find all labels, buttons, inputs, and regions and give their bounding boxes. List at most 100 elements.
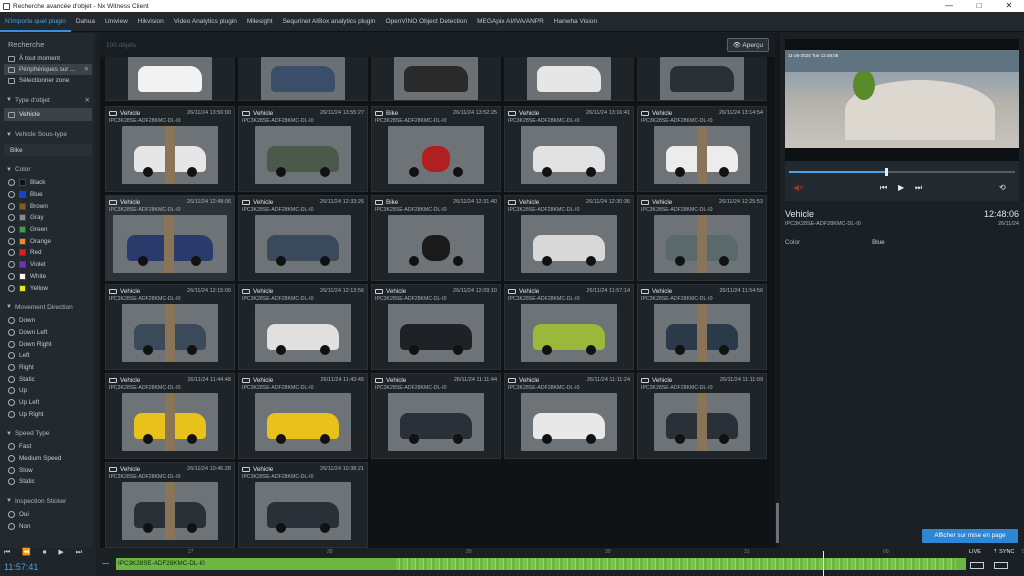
result-tile[interactable]: Vehicle 26/11/24 12:33:26 IPC3K28SE-ADF28K… bbox=[238, 195, 368, 281]
direction-option-left[interactable]: Left bbox=[0, 350, 96, 362]
radio-icon[interactable] bbox=[8, 511, 15, 519]
result-tile[interactable]: Vehicle 26/11/24 13:16:41 IPC3K28SE-ADF28K… bbox=[504, 106, 634, 192]
tab-sequrinet-aibox-analytics-plugin[interactable]: Sequrinet AIBox analytics plugin bbox=[278, 12, 381, 32]
result-tile[interactable]: Vehicle 26/11/24 11:44:48 IPC3K28SE-ADF28K… bbox=[105, 373, 235, 459]
result-tile[interactable]: Vehicle 26/11/24 11:11:09 IPC3K28SE-ADF28K… bbox=[637, 373, 767, 459]
tab-n-importe-quel-plugin[interactable]: N'importe quel plugin bbox=[0, 12, 71, 32]
color-option-brown[interactable]: Brown bbox=[0, 200, 96, 212]
color-option-gray[interactable]: Gray bbox=[0, 212, 96, 224]
radio-icon[interactable] bbox=[8, 478, 15, 486]
speed-option-static[interactable]: Static bbox=[0, 476, 96, 488]
live-button[interactable]: LIVE bbox=[969, 549, 981, 555]
timeline-layout-icon[interactable] bbox=[970, 562, 984, 569]
result-tile[interactable]: Vehicle 26/11/24 11:54:56 IPC3K28SE-ADF28K… bbox=[637, 284, 767, 370]
video-preview[interactable]: 11-26-2024 Tue 12:48:06 bbox=[785, 39, 1019, 161]
radio-icon[interactable] bbox=[8, 387, 15, 395]
clear-icon[interactable]: ✕ bbox=[84, 66, 89, 73]
direction-option-down-left[interactable]: Down Left bbox=[0, 327, 96, 339]
close-button[interactable]: ✕ bbox=[994, 0, 1024, 12]
tab-video-analytics-plugin[interactable]: Video Analytics plugin bbox=[169, 12, 242, 32]
tab-dahua[interactable]: Dahua bbox=[71, 12, 100, 32]
radio-icon[interactable] bbox=[8, 328, 15, 336]
minimize-button[interactable]: — bbox=[934, 0, 964, 12]
timeline-cursor[interactable] bbox=[823, 551, 824, 576]
sticker-option-non[interactable]: Non bbox=[0, 521, 96, 533]
object-type-vehicle[interactable]: Vehicle bbox=[4, 108, 92, 121]
result-tile[interactable]: Bike 26/11/24 12:31:40 IPC3K28SE-ADF28KMC-… bbox=[371, 195, 501, 281]
play-icon[interactable]: ▶ bbox=[898, 183, 904, 192]
direction-option-static[interactable]: Static bbox=[0, 373, 96, 385]
tab-megapix-ai-iva-anpr[interactable]: MEGApix AI/IVA/ANPR bbox=[472, 12, 549, 32]
radio-icon[interactable] bbox=[8, 272, 15, 280]
radio-icon[interactable] bbox=[8, 261, 15, 269]
radio-icon[interactable] bbox=[8, 191, 15, 199]
show-on-layout-button[interactable]: Afficher sur mise en page bbox=[922, 529, 1018, 543]
color-option-red[interactable]: Red bbox=[0, 247, 96, 259]
maximize-button[interactable]: □ bbox=[964, 0, 994, 12]
speed-option-medium-speed[interactable]: Medium Speed bbox=[0, 453, 96, 465]
tab-hikvision[interactable]: Hikvision bbox=[133, 12, 169, 32]
result-tile[interactable]: Vehicle 26/11/24 12:13:56 IPC3K28SE-ADF28K… bbox=[238, 284, 368, 370]
clear-icon[interactable]: ✕ bbox=[85, 96, 90, 104]
radio-icon[interactable] bbox=[8, 202, 15, 210]
radio-icon[interactable] bbox=[8, 249, 15, 257]
zoom-out-icon[interactable]: — bbox=[102, 560, 109, 567]
color-section[interactable]: ▼ Color bbox=[0, 162, 96, 177]
playback-progress[interactable] bbox=[789, 168, 1015, 176]
tab-openvino-object-detection[interactable]: OpenVINO Object Detection bbox=[380, 12, 472, 32]
radio-icon[interactable] bbox=[8, 352, 15, 360]
result-tile[interactable]: Vehicle 26/11/24 11:57:14 IPC3K28SE-ADF28K… bbox=[504, 284, 634, 370]
result-tile[interactable]: Vehicle 26/11/24 13:55:27 IPC3K28SE-ADF28K… bbox=[238, 106, 368, 192]
playback-controls[interactable]: ⏮ ⏪ ⏹ ▶ ⏭ bbox=[4, 548, 87, 557]
color-option-orange[interactable]: Orange bbox=[0, 235, 96, 247]
subtype-bike[interactable]: Bike bbox=[4, 144, 92, 156]
radio-icon[interactable] bbox=[8, 363, 15, 371]
preview-button[interactable]: 👁 Aperçu bbox=[726, 38, 769, 52]
timeline-track[interactable]: IPC3K28SE-ADF28KMC-DL-I0 bbox=[116, 558, 966, 570]
result-tile[interactable]: Vehicle 26/11/24 12:25:53 IPC3K28SE-ADF28K… bbox=[637, 195, 767, 281]
speed-section[interactable]: ▼ Speed Type bbox=[0, 426, 96, 441]
sticker-option-oui[interactable]: Oui bbox=[0, 509, 96, 521]
radio-icon[interactable] bbox=[8, 443, 15, 451]
speed-option-slow[interactable]: Slow bbox=[0, 464, 96, 476]
direction-option-right[interactable]: Right bbox=[0, 362, 96, 374]
direction-option-up-right[interactable]: Up Right bbox=[0, 408, 96, 420]
result-tile[interactable]: Vehicle 26/11/24 13:56:00 IPC3K28SE-ADF28K… bbox=[105, 106, 235, 192]
subtype-section[interactable]: ▼ Vehicle Sous-type bbox=[0, 127, 96, 142]
radio-icon[interactable] bbox=[8, 455, 15, 463]
timeline[interactable]: 272829303100:01 — IPC3K28SE-ADF28KMC-DL-… bbox=[96, 548, 1024, 576]
calendar-toggle-icon[interactable] bbox=[994, 562, 1008, 569]
radio-icon[interactable] bbox=[8, 340, 15, 348]
skip-back-icon[interactable]: ⏮ bbox=[880, 183, 887, 193]
device-filter[interactable]: Périphériques sur ... ✕ bbox=[4, 64, 92, 75]
skip-forward-icon[interactable]: ⏭ bbox=[915, 183, 922, 193]
direction-option-up[interactable]: Up bbox=[0, 385, 96, 397]
radio-icon[interactable] bbox=[8, 317, 15, 325]
loop-icon[interactable]: ⟲ bbox=[999, 183, 1006, 192]
direction-option-down-right[interactable]: Down Right bbox=[0, 338, 96, 350]
color-option-green[interactable]: Green bbox=[0, 224, 96, 236]
radio-icon[interactable] bbox=[8, 466, 15, 474]
progress-handle[interactable] bbox=[885, 168, 889, 176]
radio-icon[interactable] bbox=[8, 399, 15, 407]
zone-filter[interactable]: Sélectionner zone bbox=[4, 75, 92, 86]
radio-icon[interactable] bbox=[8, 375, 15, 383]
radio-icon[interactable] bbox=[8, 522, 15, 530]
radio-icon[interactable] bbox=[8, 226, 15, 234]
result-tile[interactable]: Bike 26/11/24 13:52:25 IPC3K28SE-ADF28KMC-… bbox=[371, 106, 501, 192]
color-option-violet[interactable]: Violet bbox=[0, 259, 96, 271]
result-tile[interactable]: Vehicle 26/11/24 12:30:36 IPC3K28SE-ADF28K… bbox=[504, 195, 634, 281]
color-option-yellow[interactable]: Yellow bbox=[0, 282, 96, 294]
result-tile[interactable]: Vehicle 26/11/24 11:11:44 IPC3K28SE-ADF28K… bbox=[371, 373, 501, 459]
radio-icon[interactable] bbox=[8, 410, 15, 418]
radio-icon[interactable] bbox=[8, 214, 15, 222]
direction-option-down[interactable]: Down bbox=[0, 315, 96, 327]
speed-option-fast[interactable]: Fast bbox=[0, 441, 96, 453]
object-type-section[interactable]: ▼ Type d'objet ✕ bbox=[0, 92, 96, 108]
tab-milesight[interactable]: Milesight bbox=[242, 12, 278, 32]
time-filter[interactable]: À tout moment bbox=[4, 53, 92, 64]
result-tile[interactable]: Vehicle 26/11/24 12:48:06 IPC3K28SE-ADF28K… bbox=[105, 195, 235, 281]
direction-option-up-left[interactable]: Up Left bbox=[0, 397, 96, 409]
tab-hanwha-vision[interactable]: Hanwha Vision bbox=[549, 12, 602, 32]
tab-uniview[interactable]: Uniview bbox=[100, 12, 133, 32]
